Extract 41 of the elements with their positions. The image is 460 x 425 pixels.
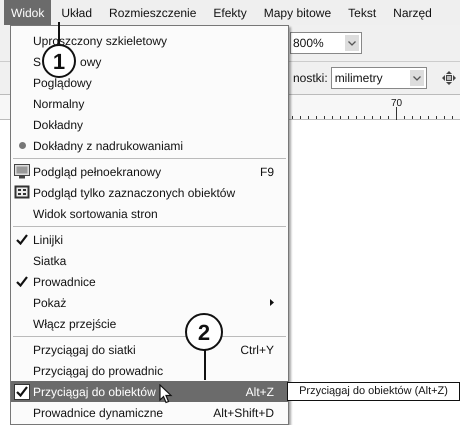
shortcut-label: Alt+Z: [246, 384, 274, 400]
zoom-value: 800%: [293, 35, 324, 52]
callout-line: [204, 350, 206, 380]
menu-item-label[interactable]: Podgląd tylko zaznaczonych obiektów: [33, 184, 236, 202]
menu-item-label[interactable]: owy: [80, 52, 102, 70]
monitor-icon: [14, 164, 30, 179]
menu-item-label[interactable]: Linijki: [33, 230, 64, 248]
menu-item-label[interactable]: Dokładny: [33, 116, 84, 134]
ruler-label: 70: [391, 97, 402, 111]
menu-item-label[interactable]: Prowadnice dynamiczne: [33, 404, 164, 422]
menu-bar-item[interactable]: Rozmieszczenie: [102, 0, 204, 25]
shortcut-label: Alt+Shift+D: [213, 404, 274, 422]
menu-item-label[interactable]: Pokaż: [33, 294, 66, 312]
menu-item-label[interactable]: Dokładny z nadrukowaniami: [33, 136, 184, 154]
menu-item-label[interactable]: Podgląd pełnoekranowy: [33, 162, 162, 180]
tooltip: Przyciągaj do obiektów (Alt+Z): [287, 382, 460, 401]
units-value: milimetry: [334, 70, 383, 87]
menu-bar-item[interactable]: Narzęd: [386, 0, 439, 25]
menu-item-label[interactable]: Przyciągaj do prowadnic: [33, 362, 164, 380]
units-combo-box[interactable]: milimetry: [330, 67, 427, 89]
menu-bar-item[interactable]: Tekst: [341, 0, 384, 25]
menu-item-label[interactable]: Siatka: [33, 252, 66, 270]
menu-bar-item[interactable]: Mapy bitowe: [256, 0, 338, 25]
units-label: nostki:: [293, 70, 328, 87]
menu-item-label[interactable]: Prowadnice: [33, 272, 96, 290]
shortcut-label: Ctrl+Y: [240, 342, 274, 358]
menu-bar-item[interactable]: Widok: [4, 0, 52, 25]
menu-item-label[interactable]: Przyciągaj do siatki: [33, 340, 136, 358]
menu-item-label[interactable]: Włącz przejście: [33, 314, 116, 332]
zoom-combo-box[interactable]: 800%: [290, 32, 362, 54]
shortcut-label: F9: [260, 164, 274, 180]
move-arrows-icon[interactable]: [442, 71, 456, 85]
selection-icon: [14, 185, 30, 200]
menu-item-label[interactable]: S: [33, 52, 42, 70]
menu-item-label[interactable]: Widok sortowania stron: [33, 204, 158, 222]
menu-bar-item[interactable]: Efekty: [206, 0, 254, 25]
mouse-pointer-icon: [159, 384, 173, 404]
menu-item[interactable]: Przyciągaj do obiektów Alt+Z: [11, 381, 288, 402]
submenu-arrow-icon: [270, 299, 274, 306]
menu-item-label[interactable]: Normalny: [33, 94, 84, 112]
menu-bar-item[interactable]: Układ: [54, 0, 100, 25]
